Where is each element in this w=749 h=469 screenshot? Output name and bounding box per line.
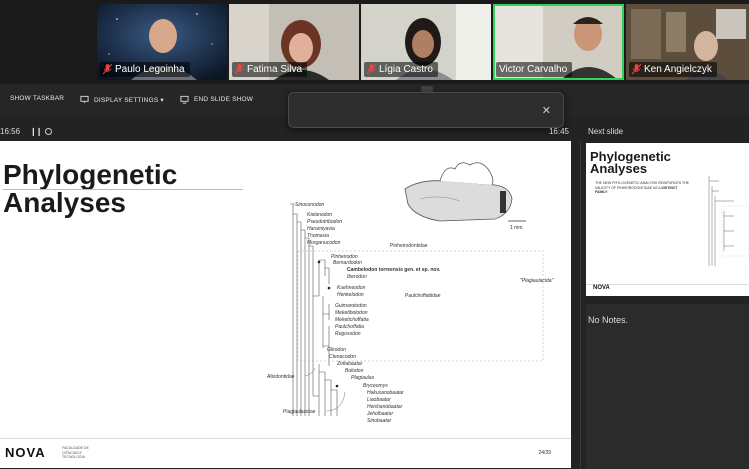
participant-name: Ken Angielczyk [644, 64, 712, 75]
participant-tile[interactable]: Ken Angielczyk [626, 4, 749, 80]
taxon-label: Zofiabaatar [336, 361, 363, 367]
participant-name-badge: Lígia Castro [364, 62, 438, 77]
taxon-label: Sinoconodon [295, 202, 324, 208]
end-show-icon [180, 95, 189, 104]
current-time: 16:45 [548, 127, 569, 136]
slide-title-line-1: Phylogenetic [3, 159, 178, 190]
taxon-label: Glirodon [327, 347, 346, 353]
taxon-label: Bernardodon [333, 260, 362, 266]
mic-muted-icon [103, 64, 112, 75]
group-label: Plagiaulacidae [283, 409, 316, 415]
speaker-notes-text: No Notes. [588, 315, 629, 325]
group-label: "Plagiaulacida" [520, 278, 554, 284]
end-slide-show-label: END SLIDE SHOW [194, 96, 254, 103]
pane-divider[interactable] [580, 141, 581, 469]
cladogram: Sinoconodon Kielanodon Pseudotribodon Ha… [267, 202, 554, 424]
participant-name-badge: Paulo Legoinha [100, 62, 190, 77]
group-label: Allodontidae [267, 374, 295, 380]
presenter-timer-bar: 16:56 ❙❙ 16:45 [0, 122, 575, 140]
display-settings-label: DISPLAY SETTINGS ▾ [94, 96, 164, 104]
taxon-label: Sinobaatar [367, 418, 392, 424]
taxon-label: Pseudotribodon [307, 219, 342, 225]
taxon-label: Meketibolodon [335, 310, 368, 316]
participant-name-badge: Victor Carvalho [496, 62, 573, 77]
participant-tile-active-speaker[interactable]: Victor Carvalho [493, 4, 624, 80]
mic-muted-icon [367, 64, 376, 75]
next-slide-label: Next slide [588, 127, 624, 136]
taxon-label: Kielanodon [307, 212, 332, 218]
mic-muted-icon [632, 64, 641, 75]
taxon-label: Iberodon [347, 274, 367, 280]
taxon-label: Guimarotodon [335, 303, 367, 309]
taxon-label: Bryceomys [363, 383, 388, 389]
taxon-label: Bolodon [345, 368, 364, 374]
slide-number: 24/39 [538, 450, 551, 456]
next-slide-thumbnail[interactable]: Phylogenetic Analyses THE NEW PHYLOGENET… [586, 143, 749, 296]
participant-tile[interactable]: Fatima Silva [229, 4, 359, 80]
nova-logo: NOVA [593, 285, 610, 291]
display-icon [80, 95, 89, 104]
powerpoint-presenter-view: Paulo Legoinha Fatima Silva Lígia Castro [0, 0, 749, 469]
taxon-label: Morganucodon [307, 240, 341, 246]
taxon-label: Haramiyavia [307, 226, 335, 232]
participant-tile[interactable]: Paulo Legoinha [97, 4, 227, 80]
participant-name: Paulo Legoinha [115, 64, 185, 75]
taxon-label: Liaobaatar [367, 397, 391, 403]
taxon-label: Plagiaulax [351, 375, 375, 381]
next-slide-text: THE NEW PHYLOGENETIC ANALYSIS REINFORCES… [595, 181, 690, 195]
participant-name-badge: Fatima Silva [232, 62, 308, 77]
taxon-label: Rugosodon [335, 331, 361, 337]
taxon-label: Ctenacodon [329, 354, 356, 360]
next-slide-title: Phylogenetic Analyses [590, 150, 671, 176]
taxon-label: Kuehneodon [337, 285, 366, 291]
speaker-notes[interactable]: No Notes. [586, 304, 749, 469]
taxon-label: Meketichoffatia [335, 317, 369, 323]
elapsed-timer: 16:56 [0, 127, 21, 136]
end-slide-show-button[interactable]: END SLIDE SHOW [180, 95, 253, 104]
participant-name: Lígia Castro [379, 64, 433, 75]
group-label: Pinheirodontidae [390, 243, 428, 249]
reset-timer-icon[interactable] [45, 128, 52, 135]
title-rule [3, 189, 243, 190]
close-icon[interactable]: ✕ [542, 104, 551, 117]
participant-name: Fatima Silva [247, 64, 303, 75]
group-label: Paulchoffatiidae [405, 293, 441, 299]
taxon-label: Jeholbaatar [366, 411, 393, 417]
taxon-label: Heishanobaatar [367, 404, 403, 410]
slide-footer: NOVA FACULDADE DE CIÊNCIAS E TECNOLOGIA … [0, 438, 571, 468]
participant-strip: Paulo Legoinha Fatima Silva Lígia Castro [0, 0, 749, 84]
participant-tile[interactable]: Lígia Castro [361, 4, 491, 80]
taxon-label: Paulchoffatia [335, 324, 364, 330]
show-taskbar-button[interactable]: SHOW TASKBAR [10, 95, 64, 102]
participant-name: Victor Carvalho [499, 64, 568, 75]
nova-logo: NOVA [5, 445, 46, 460]
taxon-label: Hakusanobaatar [367, 390, 404, 396]
pause-icon[interactable]: ❙❙ [30, 127, 42, 136]
participant-name-badge: Ken Angielczyk [629, 62, 717, 77]
taxon-label-new-species: Cambelodon torreensis gen. et sp. nov. [347, 267, 441, 273]
faculty-name: FACULDADE DE CIÊNCIAS E TECNOLOGIA [62, 446, 89, 459]
display-settings-button[interactable]: DISPLAY SETTINGS ▾ [80, 95, 164, 104]
taxon-label: Henkelodon [337, 292, 364, 298]
mic-muted-icon [235, 64, 244, 75]
current-slide[interactable]: Phylogenetic Analyses 1 mm Sinoconodon K… [0, 141, 571, 468]
slide-title-line-2: Analyses [3, 187, 126, 218]
next-slide-footer: NOVA [586, 284, 749, 296]
next-slide-cladogram [708, 176, 749, 266]
show-taskbar-label: SHOW TASKBAR [10, 95, 65, 102]
taxon-label: Thomasia [307, 233, 329, 239]
next-slide-title-line-2: Analyses [590, 161, 648, 176]
